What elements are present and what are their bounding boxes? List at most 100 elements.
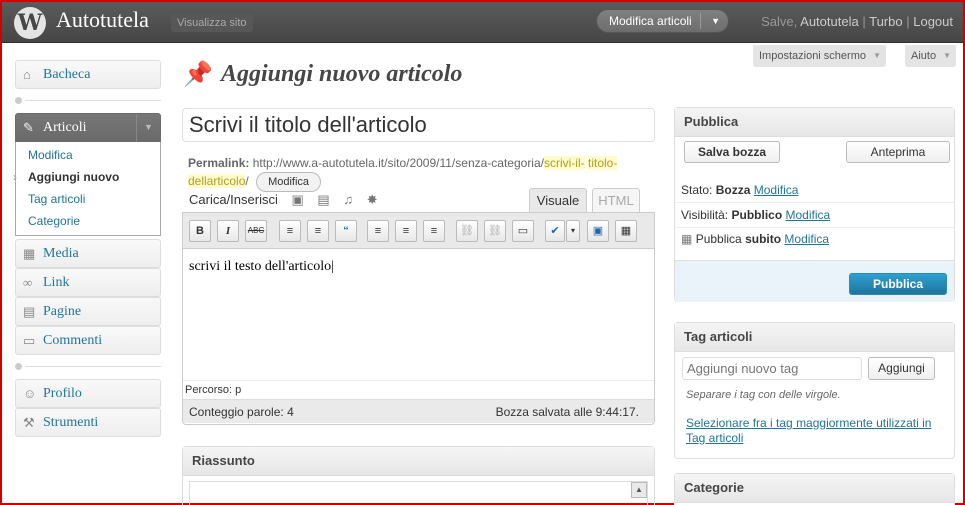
chevron-down-icon: ▼ [943,51,952,60]
menu-item-label: Articoli [43,120,87,135]
post-editor: B I ABC ≡ ≡ “ ≡ ≡ ≡ ⛓ ⛓ ▭ ✔ ▾ ▣ ▦ scrivi… [182,212,655,425]
menu-item-label: Link [43,275,70,290]
menu-item-label: Commenti [43,333,103,348]
turbo-link[interactable]: Turbo [869,14,902,29]
menu-item-dashboard[interactable]: ⌂ Bacheca [15,60,161,89]
media-icon: ▦ [23,246,36,261]
menu-item-label: Media [43,246,79,261]
schedule-edit-link[interactable]: Modifica [784,232,829,246]
admin-header: W Autotutela Visualizza sito Modifica ar… [2,2,963,43]
permalink-label: Permalink: [188,156,250,170]
permalink-slug[interactable]: scrivi-il- [543,156,585,170]
menu-item-pages[interactable]: ▤ Pagine [15,297,161,326]
divider [675,202,954,203]
schedule-row: ▦ Pubblica subito Modifica [681,232,829,246]
align-left-icon[interactable]: ≡ [367,220,389,242]
kitchen-sink-icon[interactable]: ▦ [615,220,637,242]
tags-box: Tag articoli Aggiungi Separare i tag con… [674,322,955,459]
more-tag-icon[interactable]: ▭ [512,220,534,242]
add-image-icon[interactable]: ▣ [291,192,303,208]
preview-button[interactable]: Anteprima [846,141,950,163]
numbered-list-icon[interactable]: ≡ [307,220,329,242]
pushpin-icon: 📌 [183,61,213,88]
popular-tags-link[interactable]: Selezionare fra i tag maggiormente utili… [686,416,948,446]
align-center-icon[interactable]: ≡ [395,220,417,242]
blockquote-icon[interactable]: “ [335,220,357,242]
add-audio-icon[interactable]: ♫ [343,192,353,207]
permalink-end: / [245,174,249,189]
fullscreen-icon[interactable]: ▣ [587,220,609,242]
tab-visual[interactable]: Visuale [529,188,587,213]
pushpin-icon: ✎ [23,120,34,135]
link-icon: ∞ [23,275,33,290]
post-title-input[interactable] [182,108,655,142]
editor-content-area[interactable]: scrivi il testo dell'articolo| [183,249,654,380]
status-edit-link[interactable]: Modifica [754,183,799,197]
excerpt-textarea[interactable]: ▲ [189,481,648,505]
spellcheck-icon[interactable]: ✔ [545,220,565,242]
chevron-down-icon[interactable]: ▼ [711,10,720,32]
bold-icon[interactable]: B [189,220,211,242]
calendar-icon: ▦ [681,232,693,246]
link-icon[interactable]: ⛓ [456,220,478,242]
tab-html[interactable]: HTML [592,188,640,213]
users-icon: ☺ [23,386,37,401]
visibility-edit-link[interactable]: Modifica [786,208,831,222]
screen-options-button[interactable]: Impostazioni schermo ▼ [753,45,886,67]
favorite-actions-label: Modifica articoli [609,14,692,28]
separator: | [906,14,910,29]
menu-item-comments[interactable]: ▭ Commenti [15,326,161,355]
new-tag-input[interactable] [682,357,862,380]
editor-path: Percorso: p [183,380,654,399]
menu-item-links[interactable]: ∞ Link [15,268,161,297]
comment-icon: ▭ [23,333,36,348]
menu-separator[interactable] [15,96,161,106]
add-video-icon[interactable]: ▤ [317,192,329,208]
publish-button[interactable]: Pubblica [849,273,947,295]
submenu-item-categories[interactable]: Categorie [16,210,160,232]
tags-box-title[interactable]: Tag articoli [675,323,954,352]
visibility-label: Visibilità: [681,208,729,222]
permalink-edit-button[interactable]: Modifica [256,172,322,192]
favorite-actions-dropdown[interactable]: Modifica articoli ▼ [596,9,729,33]
publish-box-title[interactable]: Pubblica [675,108,954,137]
add-tag-button[interactable]: Aggiungi [868,357,935,380]
chevron-down-icon[interactable]: ▼ [136,114,160,141]
editor-toolbar: B I ABC ≡ ≡ “ ≡ ≡ ≡ ⛓ ⛓ ▭ ✔ ▾ ▣ ▦ [183,213,654,249]
help-button[interactable]: Aiuto ▼ [905,45,957,67]
bullet-list-icon[interactable]: ≡ [279,220,301,242]
chevron-down-icon: ▼ [873,51,881,60]
scroll-up-icon[interactable]: ▲ [631,482,647,498]
categories-box-title[interactable]: Categorie [675,474,954,503]
unlink-icon[interactable]: ⛓ [484,220,506,242]
menu-item-profile[interactable]: ☺ Profilo [15,379,161,408]
pages-icon: ▤ [23,304,36,319]
menu-item-tools[interactable]: ⚒ Strumenti [15,408,161,437]
publish-actions: Pubblica [675,260,954,302]
separator: | [862,14,866,29]
menu-item-media[interactable]: ▦ Media [15,239,161,268]
submenu-item-edit[interactable]: Modifica [16,144,160,166]
status-row: Stato: Bozza Modifica [681,183,798,197]
strikethrough-icon[interactable]: ABC [245,220,267,242]
submenu-item-tags[interactable]: Tag articoli [16,188,160,210]
add-media-icon[interactable]: ✸ [367,192,378,208]
permalink-base: http://www.a-autotutela.it/sito/2009/11/… [252,156,544,170]
save-draft-button[interactable]: Salva bozza [684,141,780,163]
upload-label: Carica/Inserisci [189,192,278,207]
submenu-item-add-new[interactable]: Aggiungi nuovo [13,166,160,188]
autosave-status: Bozza salvata alle 9:44:17. [495,405,639,419]
screen-options-label: Impostazioni schermo [759,50,866,62]
view-site-button[interactable]: Visualizza sito [171,14,253,32]
wordpress-logo-icon: W [14,7,46,39]
logout-link[interactable]: Logout [913,14,953,29]
user-profile-link[interactable]: Autotutela [800,14,859,29]
chevron-down-icon[interactable]: ▾ [566,220,580,242]
upload-insert-bar: Carica/Inserisci ▣ ▤ ♫ ✸ [189,192,378,208]
menu-separator[interactable] [15,362,161,372]
excerpt-title[interactable]: Riassunto [183,447,654,476]
italic-icon[interactable]: I [217,220,239,242]
permalink: Permalink: http://www.a-autotutela.it/si… [188,154,638,192]
menu-item-posts[interactable]: ✎ Articoli ▼ [15,113,161,142]
align-right-icon[interactable]: ≡ [423,220,445,242]
